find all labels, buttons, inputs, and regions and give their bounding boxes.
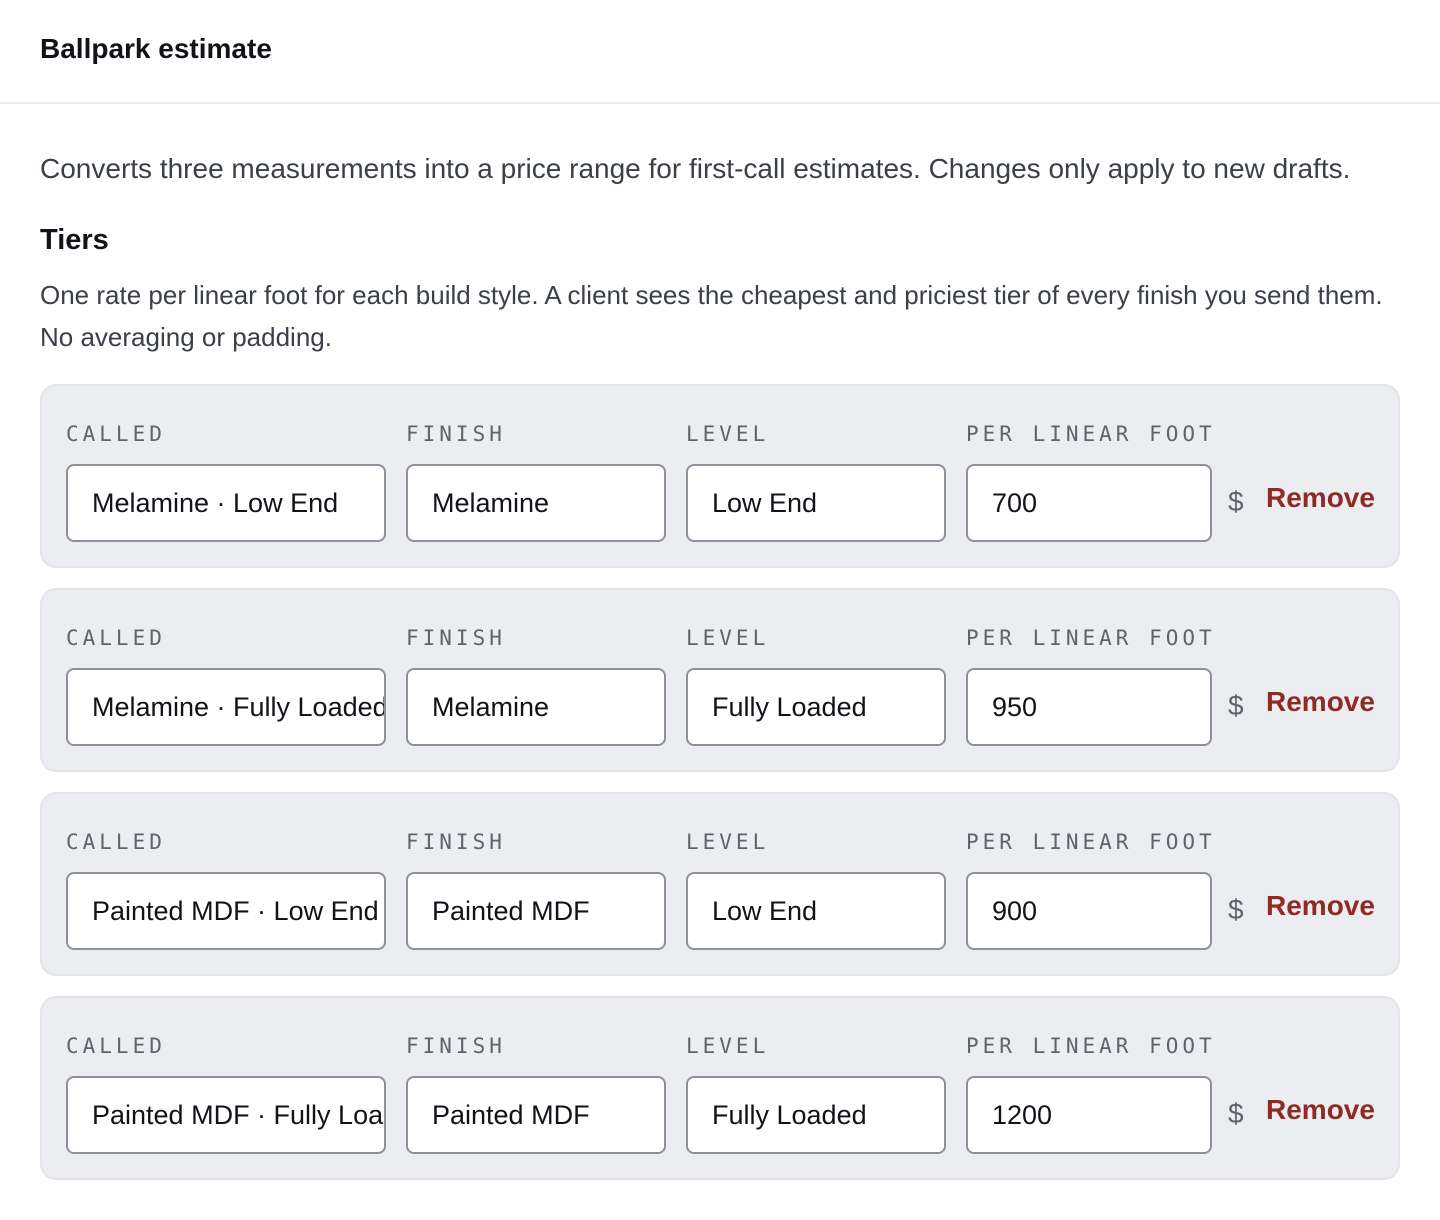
tiers-heading: Tiers [40, 224, 109, 256]
currency-symbol: $ [1228, 1098, 1244, 1129]
price-label: PER LINEAR FOOT [966, 422, 1216, 446]
page-header: Ballpark estimate [0, 0, 1440, 104]
called-input[interactable]: Melamine · Fully Loaded [66, 668, 386, 746]
price-input[interactable]: 950 [966, 668, 1212, 746]
tiers-description: One rate per linear foot for each build … [40, 280, 1383, 352]
level-input[interactable]: Fully Loaded [686, 1076, 946, 1154]
price-input[interactable]: 700 [966, 464, 1212, 542]
called-label: CALLED [66, 626, 166, 650]
called-input[interactable]: Painted MDF · Low End [66, 872, 386, 950]
currency-symbol: $ [1228, 486, 1244, 517]
tier-row: CALLED FINISH LEVEL PER LINEAR FOOT Mela… [40, 588, 1400, 772]
called-label: CALLED [66, 830, 166, 854]
tier-row: CALLED FINISH LEVEL PER LINEAR FOOT Mela… [40, 384, 1400, 568]
finish-label: FINISH [406, 422, 506, 446]
remove-button[interactable]: Remove [1266, 890, 1375, 922]
tiers-list: CALLED FINISH LEVEL PER LINEAR FOOT Mela… [40, 384, 1400, 1180]
price-label: PER LINEAR FOOT [966, 626, 1216, 650]
called-label: CALLED [66, 1034, 166, 1058]
level-input[interactable]: Low End [686, 872, 946, 950]
level-input[interactable]: Low End [686, 464, 946, 542]
called-input[interactable]: Melamine · Low End [66, 464, 386, 542]
price-input[interactable]: 900 [966, 872, 1212, 950]
finish-input[interactable]: Melamine [406, 668, 666, 746]
finish-input[interactable]: Painted MDF [406, 872, 666, 950]
called-input[interactable]: Painted MDF · Fully Loaded [66, 1076, 386, 1154]
remove-button[interactable]: Remove [1266, 482, 1375, 514]
finish-label: FINISH [406, 830, 506, 854]
level-label: LEVEL [686, 626, 770, 650]
price-input[interactable]: 1200 [966, 1076, 1212, 1154]
called-label: CALLED [66, 422, 166, 446]
level-input[interactable]: Fully Loaded [686, 668, 946, 746]
currency-symbol: $ [1228, 690, 1244, 721]
finish-input[interactable]: Painted MDF [406, 1076, 666, 1154]
currency-symbol: $ [1228, 894, 1244, 925]
level-label: LEVEL [686, 422, 770, 446]
level-label: LEVEL [686, 1034, 770, 1058]
remove-button[interactable]: Remove [1266, 686, 1375, 718]
intro-text: Converts three measurements into a price… [40, 153, 1351, 184]
page-title: Ballpark estimate [40, 33, 272, 64]
price-label: PER LINEAR FOOT [966, 1034, 1216, 1058]
level-label: LEVEL [686, 830, 770, 854]
finish-label: FINISH [406, 1034, 506, 1058]
finish-input[interactable]: Melamine [406, 464, 666, 542]
tier-row: CALLED FINISH LEVEL PER LINEAR FOOT Pain… [40, 996, 1400, 1180]
price-label: PER LINEAR FOOT [966, 830, 1216, 854]
tier-row: CALLED FINISH LEVEL PER LINEAR FOOT Pain… [40, 792, 1400, 976]
remove-button[interactable]: Remove [1266, 1094, 1375, 1126]
finish-label: FINISH [406, 626, 506, 650]
main-content: Converts three measurements into a price… [0, 146, 1440, 1180]
